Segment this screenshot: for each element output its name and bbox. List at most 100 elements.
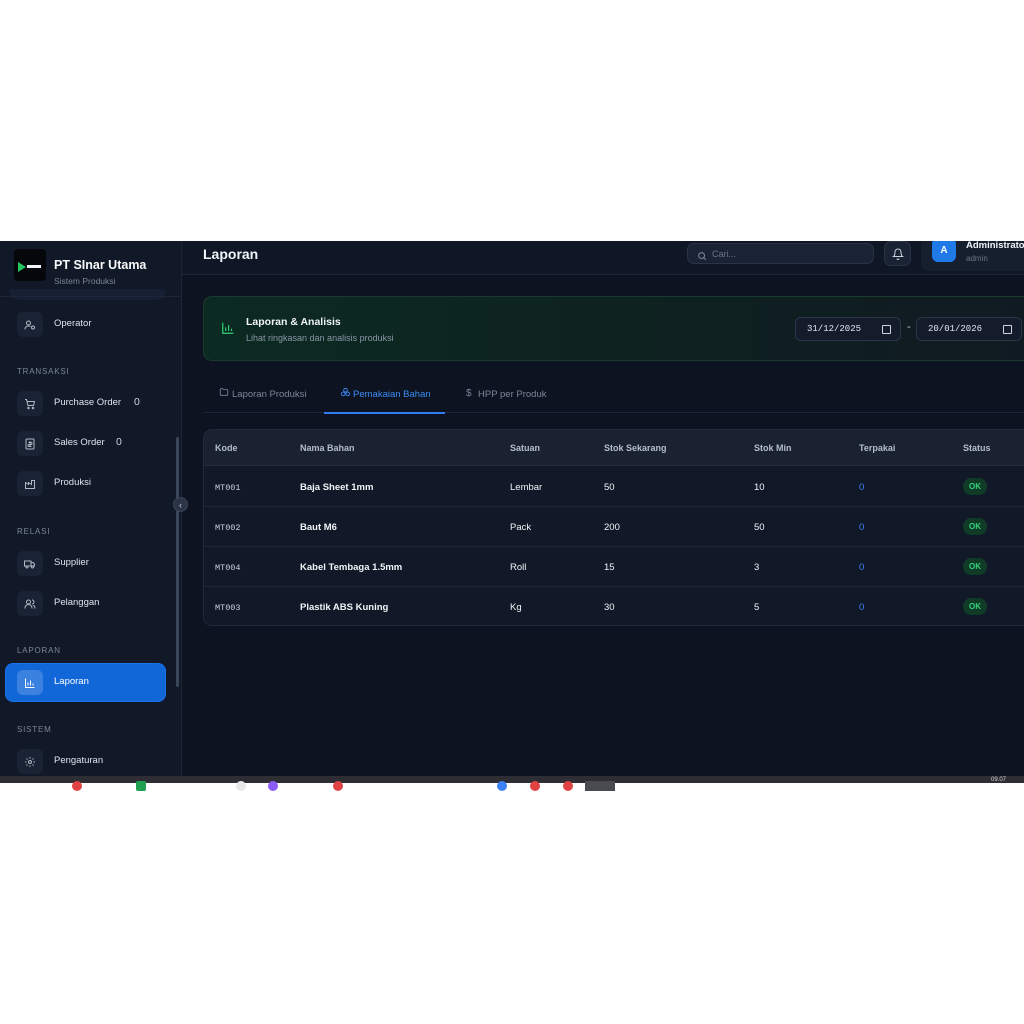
- cell-nama-bahan: Baut M6: [300, 522, 337, 533]
- table-row[interactable]: MT001 Baja Sheet 1mm Lembar 50 10 0 OK: [204, 467, 1024, 507]
- avatar: A: [932, 241, 956, 262]
- taskbar-app-icon[interactable]: [563, 781, 573, 791]
- cell-terpakai: 0: [859, 602, 865, 613]
- cell-kode: MT001: [215, 483, 241, 493]
- table-row[interactable]: MT003 Plastik ABS Kuning Kg 30 5 0 OK: [204, 587, 1024, 625]
- date-to-input[interactable]: 20/01/2026: [916, 317, 1022, 341]
- section-label-sistem: SISTEM: [17, 725, 52, 734]
- sidebar-item-label: Sales Order: [54, 437, 105, 448]
- status-badge: OK: [963, 598, 987, 615]
- sidebar-item-label: Pelanggan: [54, 597, 100, 608]
- sidebar-item-laporan[interactable]: Laporan: [6, 664, 165, 701]
- sidebar-item-sales-order[interactable]: Sales Order 0: [6, 425, 165, 462]
- cell-satuan: Kg: [510, 602, 522, 613]
- cell-satuan: Lembar: [510, 482, 543, 493]
- cell-stok-sekarang: 15: [604, 562, 615, 573]
- taskbar-app-icon[interactable]: [72, 781, 82, 791]
- cell-stok-min: 10: [754, 482, 765, 493]
- chevron-left-icon[interactable]: ‹: [173, 497, 188, 512]
- date-separator: -: [907, 321, 911, 333]
- cell-kode: MT003: [215, 603, 241, 613]
- banner-title: Laporan & Analisis: [246, 316, 341, 328]
- active-tab-indicator: [324, 412, 445, 414]
- table-header: Kode Nama Bahan Satuan Stok Sekarang Sto…: [204, 430, 1024, 466]
- sidebar-item-pelanggan[interactable]: Pelanggan: [6, 585, 165, 622]
- column-header-stok-sekarang: Stok Sekarang: [604, 443, 667, 453]
- cell-stok-sekarang: 50: [604, 482, 615, 493]
- sidebar-item-label: Produksi: [54, 477, 91, 488]
- layers-icon: [340, 387, 351, 401]
- status-badge: OK: [963, 558, 987, 575]
- sidebar: PT SInar Utama Sistem Produksi Operator …: [0, 241, 182, 777]
- folder-icon: [219, 387, 229, 400]
- banner-subtitle: Lihat ringkasan dan analisis produksi: [246, 333, 394, 343]
- cell-satuan: Roll: [510, 562, 527, 573]
- user-role: admin: [966, 254, 988, 263]
- bell-icon[interactable]: [884, 241, 911, 266]
- sidebar-item-label: Operator: [54, 318, 92, 329]
- section-label-relasi: RELASI: [17, 527, 51, 536]
- tab-label: HPP per Produk: [478, 389, 547, 400]
- sidebar-item-label: Purchase Order: [54, 397, 122, 408]
- material-usage-table: Kode Nama Bahan Satuan Stok Sekarang Sto…: [203, 429, 1024, 626]
- column-header-status: Status: [963, 443, 991, 453]
- column-header-satuan: Satuan: [510, 443, 541, 453]
- tab-label: Laporan Produksi: [232, 389, 307, 400]
- date-from-input[interactable]: 31/12/2025: [795, 317, 901, 341]
- gear-icon: [17, 749, 43, 774]
- taskbar-app-icon[interactable]: [333, 781, 343, 791]
- taskbar-app-icon[interactable]: [268, 781, 278, 791]
- cell-kode: MT002: [215, 523, 241, 533]
- table-row[interactable]: MT002 Baut M6 Pack 200 50 0 OK: [204, 507, 1024, 547]
- sidebar-item-label: Supplier: [54, 557, 89, 568]
- brand-name: PT SInar Utama: [54, 258, 147, 272]
- user-menu[interactable]: A Administrator admin: [921, 241, 1024, 271]
- sidebar-item-pengaturan[interactable]: Pengaturan: [6, 743, 165, 777]
- calendar-icon[interactable]: [1003, 325, 1012, 334]
- bar-chart-icon: [17, 670, 43, 695]
- app-window: PT SInar Utama Sistem Produksi Operator …: [0, 241, 1024, 777]
- cell-stok-min: 3: [754, 562, 760, 573]
- brand: PT SInar Utama Sistem Produksi: [12, 249, 177, 289]
- calendar-icon[interactable]: [882, 325, 891, 334]
- sidebar-item-produksi[interactable]: Produksi: [6, 465, 165, 502]
- sidebar-item-purchase-order[interactable]: Purchase Order 0: [6, 385, 165, 422]
- cell-terpakai: 0: [859, 562, 865, 573]
- search-input[interactable]: [712, 246, 862, 261]
- taskbar-app-icon[interactable]: [497, 781, 507, 791]
- search-icon: [697, 248, 707, 266]
- truck-icon: [17, 551, 43, 576]
- top-header: Laporan A Administrator admin: [182, 241, 1024, 275]
- date-to-value: 20/01/2026: [928, 324, 983, 334]
- cell-terpakai: 0: [859, 522, 865, 533]
- cell-stok-sekarang: 30: [604, 602, 615, 613]
- search-box[interactable]: [687, 243, 874, 264]
- taskbar-app-icon[interactable]: [530, 781, 540, 791]
- taskbar-clock: 09.07: [991, 777, 1007, 783]
- factory-icon: [17, 471, 43, 496]
- taskbar-active-app[interactable]: [585, 781, 615, 791]
- bar-chart-icon: [221, 321, 235, 340]
- taskbar-app-icon[interactable]: [236, 781, 246, 791]
- sidebar-divider: [0, 296, 181, 297]
- sidebar-item-partial[interactable]: [10, 289, 165, 300]
- taskbar-app-icon[interactable]: [136, 781, 146, 791]
- dollar-icon: $: [466, 388, 472, 399]
- brand-logo: [14, 249, 46, 281]
- sidebar-scrollbar[interactable]: [176, 437, 179, 687]
- section-label-transaksi: TRANSAKSI: [17, 367, 70, 376]
- cell-kode: MT004: [215, 563, 241, 573]
- users-icon: [17, 591, 43, 616]
- cell-stok-min: 5: [754, 602, 760, 613]
- column-header-stok-min: Stok Min: [754, 443, 792, 453]
- sidebar-item-supplier[interactable]: Supplier: [6, 545, 165, 582]
- brand-subtitle: Sistem Produksi: [54, 276, 116, 286]
- sidebar-item-label: Laporan: [54, 676, 89, 687]
- sidebar-item-operator[interactable]: Operator: [6, 306, 165, 343]
- table-row[interactable]: MT004 Kabel Tembaga 1.5mm Roll 15 3 0 OK: [204, 547, 1024, 587]
- purchase-order-count: 0: [134, 396, 140, 408]
- cell-stok-min: 50: [754, 522, 765, 533]
- user-cog-icon: [17, 312, 43, 337]
- cell-terpakai: 0: [859, 482, 865, 493]
- cell-stok-sekarang: 200: [604, 522, 620, 533]
